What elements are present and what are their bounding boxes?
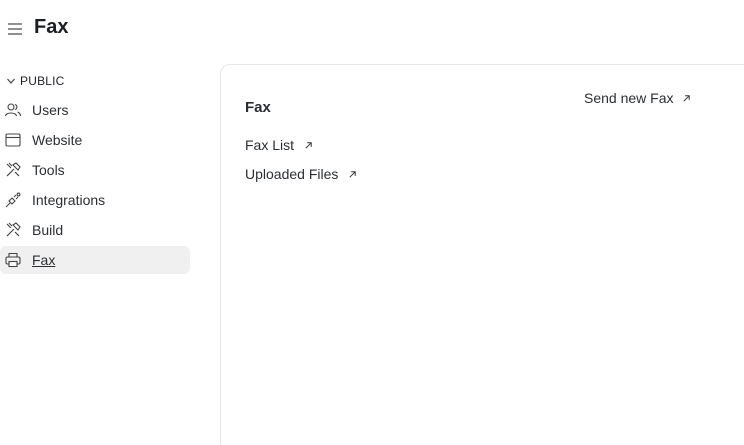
sidebar-item-label: Fax: [32, 252, 56, 268]
sidebar-item-label: Tools: [32, 162, 65, 178]
external-arrow-icon: [305, 141, 312, 149]
external-arrow-icon: [682, 94, 690, 102]
uploaded-files-link[interactable]: Uploaded Files: [245, 166, 357, 182]
sidebar-item-users[interactable]: Users: [0, 96, 190, 124]
uploaded-files-label: Uploaded Files: [245, 166, 339, 182]
sidebar-item-tools[interactable]: Tools: [0, 156, 190, 184]
printer-icon: [5, 252, 21, 268]
hamburger-menu-icon[interactable]: [6, 20, 24, 38]
sidebar-nav: Users Website Tools Integrations Build F…: [0, 96, 190, 276]
sidebar-item-fax[interactable]: Fax: [0, 246, 190, 274]
users-icon: [4, 103, 22, 117]
fax-list-label: Fax List: [245, 137, 295, 153]
sidebar-item-integrations[interactable]: Integrations: [0, 186, 190, 214]
plug-icon: [5, 192, 21, 208]
sidebar-item-build[interactable]: Build: [0, 216, 190, 244]
section-label: PUBLIC: [20, 74, 65, 88]
external-arrow-icon: [349, 170, 357, 178]
sidebar-item-website[interactable]: Website: [0, 126, 190, 154]
send-new-fax-label: Send new Fax: [584, 90, 674, 106]
browser-window-icon: [5, 133, 21, 147]
fax-list-link[interactable]: Fax List: [245, 137, 313, 153]
tools-icon: [6, 162, 21, 177]
section-toggle-public[interactable]: PUBLIC: [6, 74, 65, 88]
main-panel: Fax Send new Fax Fax List Uploaded Files: [220, 64, 744, 445]
sidebar-item-label: Website: [32, 132, 83, 148]
sidebar-item-label: Build: [32, 222, 64, 238]
chevron-down-icon: [7, 78, 15, 84]
sidebar-item-label: Users: [32, 102, 69, 118]
sidebar-item-label: Integrations: [32, 192, 106, 208]
top-bar: Fax: [0, 0, 744, 58]
card-title: Fax: [245, 99, 271, 116]
tools-icon: [6, 222, 21, 237]
send-new-fax-link[interactable]: Send new Fax: [584, 90, 691, 106]
page-title: Fax: [34, 16, 69, 38]
